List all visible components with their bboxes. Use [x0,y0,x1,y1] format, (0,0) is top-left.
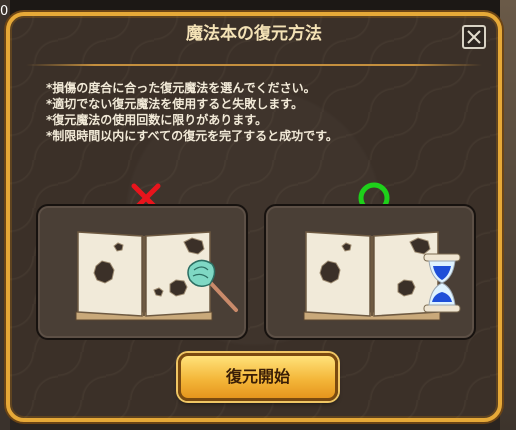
instruction-item: *復元魔法の使用回数に限りがあります。 [46,113,268,127]
dialog-title: 魔法本の復元方法 [186,24,322,44]
hourglass-icon [423,253,461,313]
instruction-item: *適切でない復元魔法を使用すると失敗します。 [46,97,304,111]
close-button[interactable] [462,25,486,49]
restoration-method-dialog: 魔法本の復元方法 *損傷の度合に合った復元魔法を選んでください。 *適切でない復… [6,12,502,422]
correct-example-panel [264,204,476,340]
instruction-item: *損傷の度合に合った復元魔法を選んでください。 [46,81,316,95]
background-corner-text: 0 [0,4,9,19]
instructions-list: *損傷の度合に合った復元魔法を選んでください。 *適切でない復元魔法を使用すると… [46,80,338,144]
wrong-example-panel [36,204,248,340]
feather-duster-icon [187,259,238,312]
start-restoration-button[interactable]: 復元開始 [178,353,338,401]
title-divider [26,64,482,66]
background-right-edge [500,0,516,430]
close-icon [467,30,481,44]
instruction-item: *制限時間以内にすべての復元を完了すると成功です。 [46,129,338,143]
